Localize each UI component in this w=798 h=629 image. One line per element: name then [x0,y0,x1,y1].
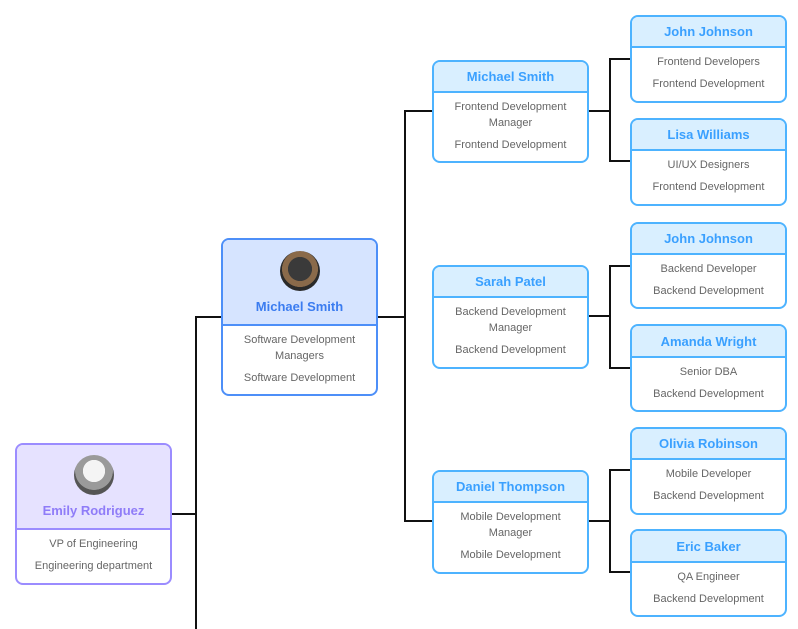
org-node-manager[interactable]: Sarah Patel Backend Development Manager B… [432,265,589,369]
node-title: Mobile Developer [665,468,752,480]
node-dept: Mobile Development [460,549,561,561]
node-name: Michael Smith [466,69,555,84]
node-name: John Johnson [664,24,753,39]
avatar [73,455,114,495]
connector [609,58,630,60]
connector [589,110,611,112]
org-node-root[interactable]: Emily Rodriguez VP of Engineering Enginee… [15,443,172,585]
node-dept: Backend Development [653,388,764,400]
node-title: Frontend Developers [657,56,760,68]
org-node-staff[interactable]: Lisa Williams UI/UX Designers Frontend De… [630,118,787,206]
node-title: UI/UX Designers [667,159,750,171]
connector [404,110,406,522]
connector [589,315,611,317]
node-dept: Frontend Development [652,78,765,90]
org-node-manager[interactable]: Daniel Thompson Mobile Development Manag… [432,470,589,574]
node-dept: Engineering department [34,560,153,572]
connector [609,367,630,369]
node-dept: Backend Development [455,344,566,356]
connector [609,469,630,471]
connector [172,513,197,515]
connector [609,265,611,369]
node-dept: Backend Development [653,285,764,297]
org-node-staff[interactable]: John Johnson Backend Developer Backend De… [630,222,787,309]
node-header: Michael Smith [223,240,376,326]
org-node-manager[interactable]: Michael Smith Frontend Development Manag… [432,60,589,163]
connector [195,316,221,318]
node-name: Michael Smith [255,298,344,314]
connector [404,520,432,522]
org-node-l2[interactable]: Michael Smith Software Development Manag… [221,238,378,396]
node-name: Daniel Thompson [455,479,566,494]
connector [609,571,630,573]
node-title: Frontend Development Manager [454,101,567,129]
node-name: Eric Baker [676,538,741,554]
node-title: Mobile Development Manager [460,511,561,539]
node-name: Sarah Patel [475,274,546,289]
node-title: QA Engineer [677,571,740,583]
node-dept: Backend Development [653,593,764,605]
node-dept: Frontend Development [454,139,567,151]
node-dept: Software Development [243,372,356,384]
node-dept: Backend Development [653,490,764,502]
connector [195,316,197,629]
org-node-staff[interactable]: Eric Baker QA Engineer Backend Developmen… [630,529,787,617]
node-dept: Frontend Development [652,181,765,193]
node-title: VP of Engineering [49,538,138,550]
connector [378,316,406,318]
avatar [279,250,320,291]
connector [609,160,630,162]
node-header: Emily Rodriguez [17,445,170,530]
node-name: Emily Rodriguez [42,503,145,518]
node-title: Backend Developer [660,263,757,275]
node-title: Senior DBA [679,366,738,378]
org-node-staff[interactable]: Amanda Wright Senior DBA Backend Developm… [630,324,787,412]
node-name: Olivia Robinson [659,436,758,451]
org-node-staff[interactable]: John Johnson Frontend Developers Frontend… [630,15,787,103]
node-name: Amanda Wright [660,333,757,349]
node-name: Lisa Williams [667,127,750,142]
org-node-staff[interactable]: Olivia Robinson Mobile Developer Backend … [630,427,787,515]
connector [609,58,611,162]
connector [404,110,432,112]
connector [589,520,611,522]
connector [609,265,630,267]
node-name: John Johnson [664,231,753,246]
node-title: Backend Development Manager [455,306,566,334]
connector [609,469,611,573]
node-title: Software Development Managers [243,334,356,362]
